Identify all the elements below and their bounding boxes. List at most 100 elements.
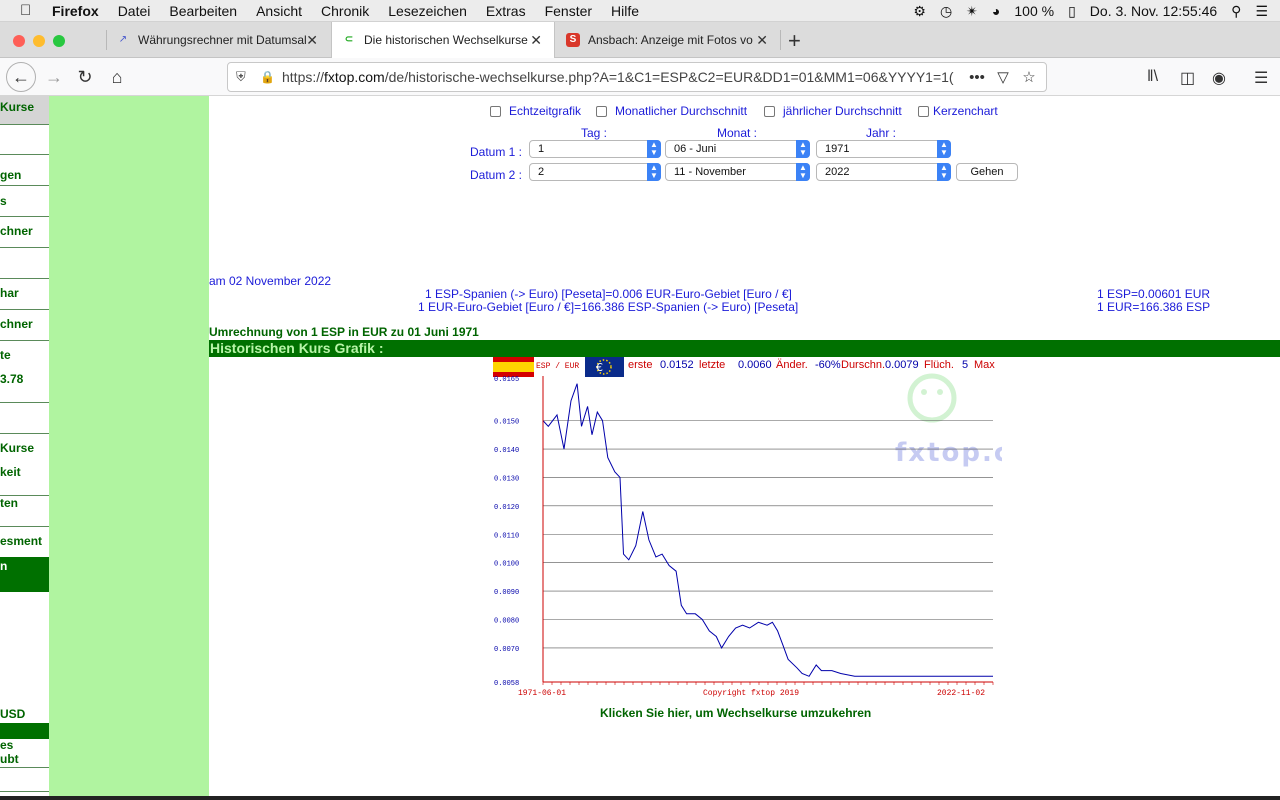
chart-x-tick-end: 2022-11-02 bbox=[937, 689, 985, 698]
sidebar-item[interactable]: ubt bbox=[0, 752, 49, 766]
close-window-button[interactable] bbox=[13, 35, 25, 47]
left-navigation-sidebar: Kurse gen s chner har chner te 3.78 Kurs… bbox=[0, 96, 49, 796]
svg-text:€: € bbox=[596, 361, 603, 374]
menu-ansicht[interactable]: Ansicht bbox=[256, 3, 302, 19]
new-tab-plus-icon[interactable]: + bbox=[788, 28, 801, 54]
datum2-tag-select[interactable]: 2 ▲ ▼ bbox=[529, 163, 661, 181]
col-label-monat: Monat : bbox=[717, 126, 758, 140]
sidebar-item[interactable]: ten bbox=[0, 496, 49, 510]
sidebar-toggle-icon[interactable]: ◫ bbox=[1180, 68, 1195, 88]
datum2-jahr-select[interactable]: 2022 ▲ ▼ bbox=[816, 163, 951, 181]
tab-historical-rates[interactable]: ⊂ Die historischen Wechselkurse ✕ bbox=[331, 22, 555, 58]
account-icon[interactable]: ◉ bbox=[1212, 68, 1226, 88]
datum2-label: Datum 2 : bbox=[470, 168, 523, 182]
checkbox-monatlich[interactable]: Monatlicher Durchschnitt bbox=[596, 104, 747, 118]
datum1-monat-select[interactable]: 06 - Juni ▲ ▼ bbox=[665, 140, 810, 158]
menu-fenster[interactable]: Fenster bbox=[545, 3, 592, 19]
forward-arrow-icon[interactable]: → bbox=[40, 63, 68, 91]
select-arrows-icon: ▲ ▼ bbox=[796, 163, 810, 181]
sidebar-item[interactable]: keit bbox=[0, 465, 49, 479]
gehen-button[interactable]: Gehen bbox=[956, 163, 1018, 181]
datum1-jahr-select[interactable]: 1971 ▲ ▼ bbox=[816, 140, 951, 158]
menu-bearbeiten[interactable]: Bearbeiten bbox=[169, 3, 237, 19]
datum2-monat-select[interactable]: 11 - November ▲ ▼ bbox=[665, 163, 810, 181]
sidebar-highlight-block bbox=[0, 723, 49, 739]
menu-hilfe[interactable]: Hilfe bbox=[611, 3, 639, 19]
sidebar-item[interactable]: esment bbox=[0, 534, 49, 548]
sidebar-item[interactable]: chner bbox=[0, 224, 49, 238]
sidebar-divider bbox=[0, 402, 49, 403]
datum1-tag-select[interactable]: 1 ▲ ▼ bbox=[529, 140, 661, 158]
checkbox-kerzenchart[interactable]: Kerzenchart bbox=[918, 104, 998, 118]
chart-letzte-label: letzte bbox=[699, 359, 725, 371]
menu-lesezeichen[interactable]: Lesezeichen bbox=[388, 3, 467, 19]
url-text[interactable]: https://fxtop.com/de/historische-wechsel… bbox=[282, 69, 964, 85]
sidebar-item[interactable]: har bbox=[0, 286, 49, 300]
lock-icon[interactable]: 🔒 bbox=[260, 70, 275, 84]
url-path: /de/historische-wechselkurse.php?A=1&C1=… bbox=[384, 69, 954, 85]
chart-y-tick-label: 0.0058 bbox=[494, 680, 519, 688]
control-center-icon[interactable]: ☰ bbox=[1255, 3, 1268, 20]
chart-erste-label: erste bbox=[628, 359, 652, 371]
sidebar-divider bbox=[0, 154, 49, 155]
battery-icon[interactable]: ▯ bbox=[1068, 3, 1076, 20]
wifi-icon[interactable]: ◕ bbox=[992, 3, 1000, 19]
pocket-icon[interactable]: ▽ bbox=[990, 68, 1016, 86]
tab-separator bbox=[780, 30, 781, 50]
library-icon[interactable]: ‖\ bbox=[1147, 68, 1158, 86]
bookmark-star-icon[interactable]: ☆ bbox=[1016, 68, 1042, 86]
accessibility-icon[interactable]: ⚙ bbox=[913, 3, 926, 20]
sidebar-item[interactable]: chner bbox=[0, 317, 49, 331]
checkbox-box[interactable] bbox=[490, 105, 501, 117]
checkbox-echtzeitgrafik[interactable]: Echtzeitgrafik bbox=[490, 104, 581, 118]
sidebar-item[interactable]: USD bbox=[0, 707, 49, 721]
tab-ansbach[interactable]: S Ansbach: Anzeige mit Fotos vo ✕ bbox=[556, 22, 780, 58]
zoom-window-button[interactable] bbox=[53, 35, 65, 47]
home-icon[interactable]: ⌂ bbox=[103, 63, 131, 91]
spain-flag-icon bbox=[493, 357, 534, 377]
apple-menu-icon[interactable]:  bbox=[20, 2, 38, 19]
sidebar-item[interactable]: Kurse bbox=[0, 441, 49, 455]
sidebar-item[interactable]: s bbox=[0, 194, 49, 208]
url-bar[interactable]: ⛨ 🔒 https://fxtop.com/de/historische-wec… bbox=[227, 62, 1047, 92]
spotlight-search-icon[interactable]: ⚲ bbox=[1231, 3, 1241, 20]
col-label-tag: Tag : bbox=[581, 126, 608, 140]
menu-chronik[interactable]: Chronik bbox=[321, 3, 369, 19]
page-actions-menu-icon[interactable]: ••• bbox=[964, 69, 990, 86]
hamburger-menu-icon[interactable]: ☰ bbox=[1254, 68, 1268, 88]
clock[interactable]: Do. 3. Nov. 12:55:46 bbox=[1090, 3, 1217, 19]
bluetooth-icon[interactable]: ✴ bbox=[966, 3, 978, 20]
rate-short-2: 1 EUR=166.386 ESP bbox=[1097, 300, 1211, 314]
select-arrows-icon: ▲ ▼ bbox=[937, 140, 951, 158]
checkbox-jaehrlich[interactable]: jährlicher Durchschnitt bbox=[764, 104, 902, 118]
reload-icon[interactable]: ↻ bbox=[71, 63, 99, 91]
close-tab-icon[interactable]: ✕ bbox=[756, 32, 768, 49]
menu-firefox[interactable]: Firefox bbox=[52, 3, 99, 19]
exchange-rate-chart[interactable]: ESP / EUR € erste 0.0152 letzte 0.0060 Ä… bbox=[492, 356, 1002, 701]
menu-extras[interactable]: Extras bbox=[486, 3, 526, 19]
menu-datei[interactable]: Datei bbox=[118, 3, 151, 19]
checkbox-box[interactable] bbox=[918, 105, 929, 117]
tab-currency-converter[interactable]: ↗ Währungsrechner mit Datumsal ✕ bbox=[106, 22, 330, 58]
checkbox-box[interactable] bbox=[596, 105, 607, 117]
tab-title: Währungsrechner mit Datumsal bbox=[138, 33, 306, 47]
checkbox-label: Monatlicher Durchschnitt bbox=[615, 104, 748, 118]
chart-y-tick-label: 0.0140 bbox=[494, 447, 519, 455]
sidebar-item[interactable]: Kurse bbox=[0, 100, 49, 114]
checkbox-box[interactable] bbox=[764, 105, 775, 117]
sidebar-item[interactable]: te bbox=[0, 348, 49, 362]
time-machine-icon[interactable]: ◷ bbox=[940, 3, 952, 20]
tracking-protection-shield-icon[interactable]: ⛨ bbox=[236, 69, 252, 85]
close-tab-icon[interactable]: ✕ bbox=[306, 32, 318, 49]
minimize-window-button[interactable] bbox=[33, 35, 45, 47]
sidebar-item[interactable]: 3.78 bbox=[0, 372, 49, 386]
datum1-label: Datum 1 : bbox=[470, 145, 523, 159]
close-tab-icon[interactable]: ✕ bbox=[530, 32, 542, 49]
back-arrow-icon[interactable]: ← bbox=[6, 62, 36, 92]
select-arrows-icon: ▲ ▼ bbox=[796, 140, 810, 158]
macos-menu-bar:  Firefox Datei Bearbeiten Ansicht Chron… bbox=[0, 0, 1280, 22]
sidebar-item[interactable]: n bbox=[0, 559, 49, 573]
invert-rates-link[interactable]: Klicken Sie hier, um Wechselkurse umzuke… bbox=[600, 706, 871, 720]
sidebar-item[interactable]: es bbox=[0, 738, 49, 752]
sidebar-item[interactable]: gen bbox=[0, 168, 49, 182]
